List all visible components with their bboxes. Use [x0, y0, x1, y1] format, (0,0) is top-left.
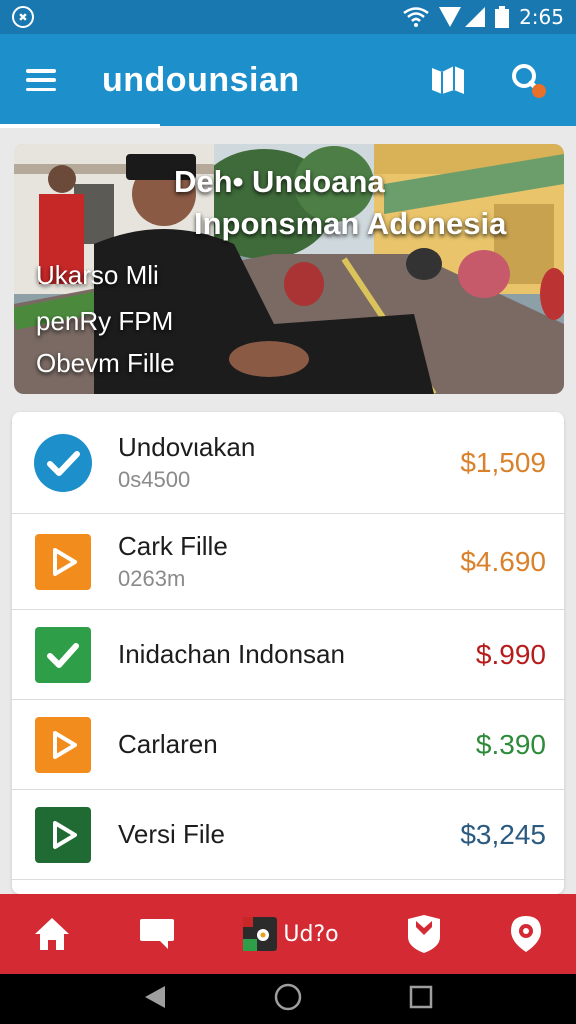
nav-chat[interactable]	[138, 904, 176, 964]
item-name: Cark Fille	[118, 531, 228, 561]
tab-indicator	[0, 124, 160, 128]
transaction-list: Undovιakan 0s4500 $1,509 Cark Fille 0263…	[12, 412, 564, 894]
list-item[interactable]: Cark Fille 0263m $4.690	[12, 514, 564, 610]
nav-photos-label: Ud?o	[283, 921, 339, 947]
home-circle-icon[interactable]	[274, 983, 302, 1016]
hero-caption-line1: Ukarso Mli	[36, 260, 159, 290]
home-icon	[35, 918, 70, 950]
back-icon[interactable]	[143, 984, 167, 1015]
item-amount: $3,245	[460, 818, 546, 850]
battery-icon	[495, 6, 510, 28]
check-circle-icon	[34, 433, 92, 492]
app-bar: undounsian	[0, 34, 576, 126]
search-button[interactable]	[508, 60, 548, 100]
hero-caption-line3: Obevm Fille	[36, 348, 175, 378]
list-item[interactable]: Carlaren $.390	[12, 700, 564, 790]
item-name: Versi File	[118, 819, 225, 849]
item-amount: $4.690	[460, 545, 546, 577]
system-nav-bar	[0, 974, 576, 1024]
wifi-icon	[403, 7, 429, 27]
nav-home[interactable]	[33, 904, 71, 964]
play-file-icon	[34, 716, 92, 774]
hero-banner[interactable]: Deh• Undoana Inponsman Adonesia Ukarso M…	[14, 144, 564, 394]
clock: 2:65	[519, 5, 564, 29]
status-icons: 2:65	[403, 5, 564, 29]
list-item[interactable]: Inidachan Indonsan $.990	[12, 610, 564, 700]
item-subtitle: 0s4500	[118, 467, 191, 492]
nav-shield[interactable]	[406, 904, 442, 964]
item-subtitle: 0263m	[118, 566, 186, 591]
compass-badge-icon: ✖	[12, 6, 34, 28]
status-bar: ✖ 2:65	[0, 0, 576, 34]
shield-heart-icon	[407, 915, 440, 953]
hamburger-menu-icon[interactable]	[26, 69, 56, 91]
list-item[interactable]: Versi File $3,245	[12, 790, 564, 880]
hero-headline-line2: Inponsman Adonesia	[194, 206, 507, 241]
item-amount: $.990	[475, 638, 546, 670]
hero-caption-line2: penRy FPM	[36, 306, 174, 336]
play-file-icon	[34, 806, 92, 864]
location-pin-icon	[510, 916, 541, 952]
recents-icon[interactable]	[409, 985, 433, 1014]
nav-location[interactable]	[509, 904, 543, 964]
photo-flower-icon	[243, 917, 278, 951]
item-amount: $.390	[475, 728, 546, 760]
nav-photos[interactable]: Ud?o	[243, 904, 339, 964]
bottom-nav: Ud?o	[0, 894, 576, 974]
item-name: Inidachan Indonsan	[118, 639, 345, 669]
item-amount: $1,509	[460, 446, 546, 478]
app-title: undounsian	[102, 60, 300, 99]
chat-icon	[140, 919, 175, 949]
signal-icon	[439, 7, 486, 27]
list-item[interactable]: Undovιakan 0s4500 $1,509	[12, 412, 564, 514]
play-file-icon	[34, 533, 92, 591]
map-icon[interactable]	[428, 60, 468, 100]
item-name: Undovιakan	[118, 432, 256, 462]
hero-headline-line1: Deh• Undoana	[174, 164, 385, 199]
search-icon	[512, 64, 546, 98]
check-square-icon	[34, 626, 92, 684]
item-name: Carlaren	[118, 729, 218, 759]
